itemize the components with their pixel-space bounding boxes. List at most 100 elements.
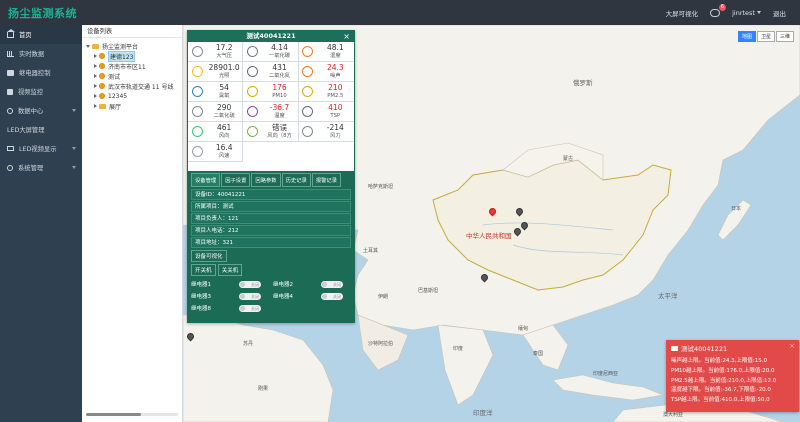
relay-toggle[interactable]: 关闭: [321, 280, 343, 288]
alarm-line: 温度越下限。当前值:-36.7,下限值:-20.0: [671, 387, 771, 394]
tab-loop-params[interactable]: 回路参数: [251, 173, 281, 187]
popup-tabs: 设备管理 因子设置 回路参数 历史记录 报警记录: [191, 173, 351, 187]
tree-node[interactable]: 12345: [82, 91, 182, 101]
power-off-button[interactable]: 关关机: [217, 264, 243, 276]
sidebar-item-label: LED大屏管理: [7, 127, 45, 134]
sidebar-item-home[interactable]: 首页: [0, 25, 82, 44]
sensor-value: 54: [219, 82, 229, 92]
collapse-icon[interactable]: [94, 54, 97, 58]
sensor-cell: 17.2 大气压: [188, 42, 244, 62]
power-row: 开关机 关关机: [191, 264, 351, 276]
chevron-down-icon: [72, 147, 76, 150]
bar-chart-icon: [7, 50, 14, 57]
sensor-reading: 461 风向: [206, 122, 242, 140]
video-icon: [7, 88, 13, 95]
popup-title: 测试40041221: [246, 32, 296, 40]
map-type-3d[interactable]: 三维: [775, 31, 794, 42]
tree-root[interactable]: 扬尘监测平台: [82, 41, 182, 51]
relay-toggle[interactable]: 关闭: [239, 280, 261, 288]
sensor-reading: -214 风力: [317, 123, 354, 140]
sensor-name: PM2.5: [327, 92, 344, 99]
close-icon[interactable]: ×: [343, 31, 350, 42]
sidebar-item-system[interactable]: 系统管理: [0, 158, 82, 177]
sidebar-item-datacenter[interactable]: 数据中心: [0, 101, 82, 120]
sensor-name: 湿度: [330, 52, 341, 59]
sensor-value: 290: [217, 102, 232, 112]
visual-row: 设备可视化: [191, 250, 351, 262]
map-label: 印度洋: [473, 409, 493, 417]
relay-list: 继电器1 关闭 继电器2 关闭 继电器3 关闭 继电器4 关闭 继电器8 关闭: [191, 279, 351, 313]
tree-node-label: 12345: [108, 92, 128, 100]
map-label: 缅甸: [518, 326, 529, 332]
sidebar-item-relay[interactable]: 继电器控制: [0, 63, 82, 82]
notification-icon[interactable]: 6: [710, 3, 727, 17]
tree-node[interactable]: 济南市市区11: [82, 61, 182, 71]
map-label: 印度: [453, 346, 464, 352]
map-label: 日本: [731, 206, 742, 212]
sun-icon: [188, 66, 206, 77]
sidebar-item-label: 数据中心: [18, 108, 44, 115]
sensor-name: 大气压: [216, 52, 233, 59]
power-on-button[interactable]: 开关机: [191, 264, 216, 276]
sensor-cell: 54 臭氧: [188, 82, 244, 102]
folder-icon: [99, 103, 106, 109]
tab-alarm-records[interactable]: 报警记录: [311, 173, 342, 187]
sensor-cell: 410 TSP: [298, 102, 354, 122]
tree-node[interactable]: 测试: [82, 71, 182, 81]
sensor-value: -36.7: [269, 102, 290, 112]
tree-node[interactable]: 武汉市轨道交通 11 号线: [82, 81, 182, 91]
device-visual-button[interactable]: 设备可视化: [191, 250, 227, 262]
so2-icon: [188, 106, 206, 117]
sensor-cell: 431 二氧化氮: [243, 62, 299, 82]
relay-1: 继电器1 关闭: [191, 279, 269, 289]
map-type-map[interactable]: 地图: [737, 31, 756, 42]
device-tree: 扬尘监测平台 建德123 济南市市区11 测试 武汉市轨道交通 11 号线 12…: [82, 38, 182, 111]
sensor-value: 431: [272, 62, 287, 72]
sidebar-item-video[interactable]: 视频监控: [0, 82, 82, 101]
sidebar-item-led[interactable]: LED大屏管理: [0, 120, 82, 139]
user-name: jinrtest: [732, 8, 755, 17]
close-icon[interactable]: ×: [789, 342, 795, 350]
tree-node-label: 展厅: [109, 103, 122, 111]
thermometer-icon: [243, 106, 261, 117]
sensor-value: 461: [217, 122, 232, 132]
tab-factor-settings[interactable]: 因子设置: [221, 173, 251, 187]
sensor-reading: 290 二氧化硫: [206, 102, 242, 120]
sensor-cell: 290 二氧化硫: [188, 102, 244, 122]
tab-history[interactable]: 历史记录: [281, 173, 311, 187]
ozone-icon: [188, 86, 206, 97]
wind-icon: [299, 126, 317, 137]
relay-toggle[interactable]: 关闭: [239, 304, 261, 312]
relay-toggle[interactable]: 关闭: [239, 292, 261, 300]
user-menu[interactable]: jinrtest: [732, 9, 761, 17]
sidebar-item-label: 首页: [19, 32, 32, 39]
device-icon: [99, 73, 105, 79]
relay-3: 继电器3 关闭: [191, 291, 269, 301]
tab-device-manage[interactable]: 设备管理: [191, 173, 221, 187]
expand-icon[interactable]: [86, 44, 90, 48]
sidebar-item-realtime[interactable]: 实时数据: [0, 44, 82, 63]
cog-icon: [7, 164, 13, 171]
sensor-value: 错误: [271, 122, 287, 132]
sidebar-item-label: LED视频显示: [19, 146, 57, 153]
alarm-title-row: 测试40041221: [671, 343, 794, 353]
relay-label: 继电器8: [191, 306, 211, 312]
collapse-icon[interactable]: [94, 84, 97, 88]
logout-link[interactable]: 退出: [773, 8, 786, 18]
sensor-reading: 210 PM2.5: [317, 83, 354, 100]
big-screen-link[interactable]: 大屏可视化: [666, 8, 699, 18]
scrollbar-thumb[interactable]: [86, 413, 141, 416]
tree-node[interactable]: 展厅: [82, 101, 182, 111]
sidebar-item-led-video[interactable]: LED视频显示: [0, 139, 82, 158]
direction-icon: [243, 126, 261, 137]
sensor-name: 二氧化硫: [213, 112, 235, 119]
collapse-icon[interactable]: [94, 74, 97, 78]
horizontal-scrollbar[interactable]: [86, 413, 178, 416]
relay-toggle[interactable]: 关闭: [321, 292, 343, 300]
device-icon: [99, 63, 105, 69]
collapse-icon[interactable]: [94, 94, 97, 98]
tree-node[interactable]: 建德123: [82, 50, 182, 62]
collapse-icon[interactable]: [94, 64, 97, 68]
map-type-satellite[interactable]: 卫星: [756, 31, 775, 42]
collapse-icon[interactable]: [94, 104, 97, 108]
